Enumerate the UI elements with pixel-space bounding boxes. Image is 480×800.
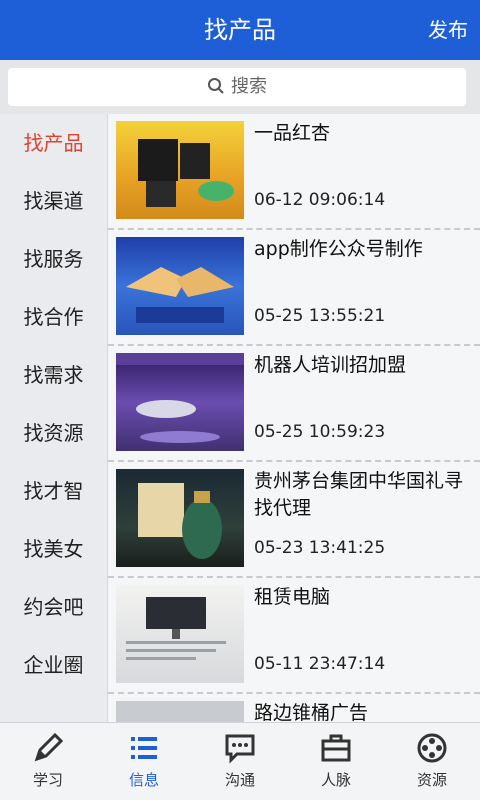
briefcase-icon	[321, 734, 351, 762]
publish-button[interactable]: 发布	[428, 0, 468, 60]
app-header: 找产品 发布	[0, 0, 480, 60]
list-item[interactable]: app制作公众号制作 05-25 13:55:21	[108, 230, 480, 346]
list-item[interactable]: 路边锥桶广告	[108, 694, 480, 722]
tab-study[interactable]: 学习	[0, 723, 96, 800]
list-icon	[131, 737, 157, 759]
list-item-title: 路边锥桶广告	[254, 702, 369, 722]
search-input[interactable]: 搜索	[8, 68, 466, 106]
tab-contacts-label: 人脉	[320, 771, 351, 789]
tab-resources-label: 资源	[416, 771, 447, 789]
tab-resources[interactable]: 资源	[384, 723, 480, 800]
sidebar-item-enterprise-circle[interactable]: 企业圈	[0, 636, 107, 694]
sidebar-item-find-cooperation[interactable]: 找合作	[0, 288, 107, 346]
list-item-title: 一品红杏	[254, 122, 331, 144]
sidebar-item-find-channels[interactable]: 找渠道	[0, 172, 107, 230]
page-title: 找产品	[204, 16, 276, 44]
list-item[interactable]: 机器人培训招加盟 05-25 10:59:23	[108, 346, 480, 462]
sidebar-item-find-services[interactable]: 找服务	[0, 230, 107, 288]
list-item-time: 05-25 13:55:21	[254, 306, 386, 326]
search-bar: 搜索	[0, 60, 480, 114]
list-item-time: 05-25 10:59:23	[254, 422, 386, 442]
tab-info[interactable]: 信息	[96, 723, 192, 800]
list-item-title: 机器人培训招加盟	[254, 354, 407, 376]
tab-contacts[interactable]: 人脉	[288, 723, 384, 800]
list-item-time: 06-12 09:06:14	[254, 190, 386, 210]
sidebar-item-find-demand[interactable]: 找需求	[0, 346, 107, 404]
sidebar-item-find-products[interactable]: 找产品	[0, 114, 107, 172]
product-thumbnail	[116, 237, 244, 335]
product-thumbnail	[116, 353, 244, 451]
bottom-tab-bar: 学习 信息 沟通 人脉 资源	[0, 722, 480, 800]
tab-chat[interactable]: 沟通	[192, 723, 288, 800]
product-thumbnail	[116, 585, 244, 683]
list-item-time: 05-23 13:41:25	[254, 538, 386, 558]
tab-study-label: 学习	[32, 771, 63, 789]
list-item[interactable]: 贵州茅台集团中华国礼寻找代理 05-23 13:41:25	[108, 462, 480, 578]
list-item-title: 贵州茅台集团中华国礼寻找代理	[254, 470, 464, 519]
product-thumbnail	[116, 121, 244, 219]
search-icon	[208, 78, 224, 94]
list-item[interactable]: 租赁电脑 05-11 23:47:14	[108, 578, 480, 694]
sidebar-item-dating[interactable]: 约会吧	[0, 578, 107, 636]
list-item-title: app制作公众号制作	[254, 238, 423, 260]
list-item-title: 租赁电脑	[254, 586, 331, 608]
sidebar-item-find-resources[interactable]: 找资源	[0, 404, 107, 462]
tab-chat-label: 沟通	[224, 771, 255, 789]
pencil-icon	[34, 732, 64, 762]
product-thumbnail	[116, 701, 244, 722]
product-thumbnail	[116, 469, 244, 567]
search-placeholder: 搜索	[231, 76, 267, 97]
sidebar-item-find-beauty[interactable]: 找美女	[0, 520, 107, 578]
sidebar-item-find-talent[interactable]: 找才智	[0, 462, 107, 520]
chat-icon	[225, 734, 255, 764]
list-item[interactable]: 一品红杏 06-12 09:06:14	[108, 114, 480, 230]
list-item-time: 05-11 23:47:14	[254, 654, 386, 674]
product-list: 一品红杏 06-12 09:06:14 app制作公众号制作 05-25 13:…	[108, 114, 480, 722]
resource-icon	[417, 733, 447, 763]
category-sidebar: 找产品 找渠道 找服务 找合作 找需求 找资源 找才智 找美女 约会吧 企业圈	[0, 114, 108, 722]
tab-info-label: 信息	[128, 771, 159, 789]
